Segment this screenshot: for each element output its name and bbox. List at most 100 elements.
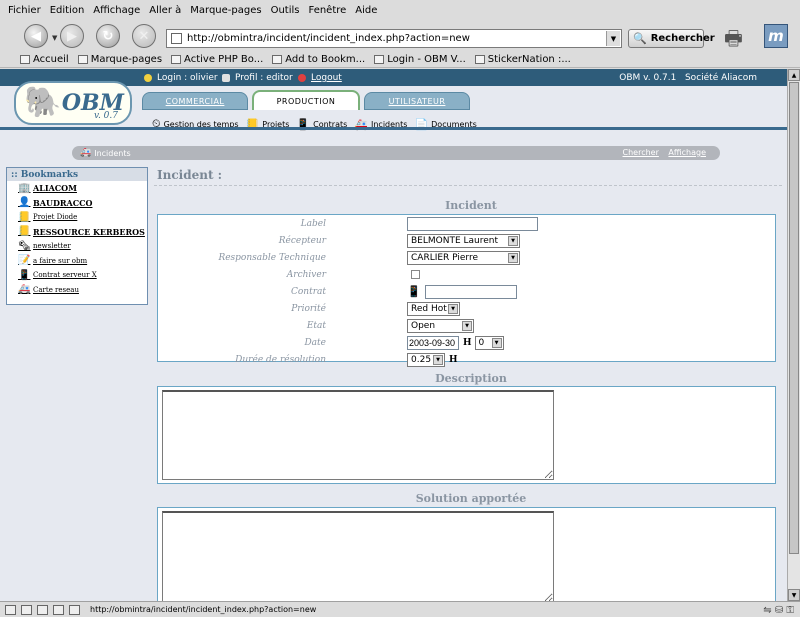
bookmark-item-carte-reseau[interactable]: 🚑 Carte reseau <box>7 283 147 298</box>
navigation-toolbar: ◀ ▼ ▶ ↻ ✕ http://obmintra/incident/incid… <box>0 20 800 52</box>
connection-status-icon: ⇋ ⛁ ⚿ <box>763 605 794 616</box>
printer-icon[interactable]: 🖶 <box>724 24 754 50</box>
navigator-icon[interactable] <box>5 604 16 615</box>
contract-icon: 📱 <box>407 285 421 298</box>
chevron-down-icon: ▼ <box>508 235 518 246</box>
obm-logo[interactable]: 🐘 OBM v. 0.7 <box>14 81 132 125</box>
scroll-down-icon[interactable]: ▼ <box>788 589 800 601</box>
back-arrow-icon: ◀ <box>31 28 41 44</box>
menu-aide[interactable]: Aide <box>355 5 377 16</box>
menu-fenetre[interactable]: Fenêtre <box>308 5 346 16</box>
bookmark-item-ressource-kerberos[interactable]: 📒 RESSOURCE KERBEROS <box>7 225 147 240</box>
tab-commercial[interactable]: COMMERCIAL <box>142 92 248 110</box>
description-box <box>157 386 776 484</box>
tab-utilisateur[interactable]: UTILISATEUR <box>364 92 470 110</box>
recepteur-select[interactable]: BELMONTE Laurent ▼ <box>407 233 520 248</box>
bookmark-marque-pages[interactable]: Marque-pages <box>77 54 162 65</box>
solution-textarea[interactable] <box>162 511 554 601</box>
todo-icon: 📝 <box>18 255 31 267</box>
back-history-dropdown-icon[interactable]: ▼ <box>52 34 57 42</box>
field-row-label: Label <box>158 215 775 232</box>
field-row-archiver: Archiver <box>158 266 775 283</box>
profil-text: Profil : editor <box>235 73 293 83</box>
menu-outils[interactable]: Outils <box>271 5 300 16</box>
priorite-select[interactable]: Red Hot ▼ <box>407 301 460 316</box>
version-info: OBM v. 0.7.1 Société Aliacom <box>619 73 757 83</box>
mail-icon[interactable] <box>21 604 32 615</box>
contact-icon: 👤 <box>18 197 31 209</box>
label-input[interactable] <box>407 216 538 231</box>
bookmark-item-label: Carte reseau <box>33 285 79 294</box>
address-book-icon[interactable] <box>53 604 64 615</box>
url-bar[interactable]: http://obmintra/incident/incident_index.… <box>166 29 622 48</box>
bookmark-label: Accueil <box>33 54 69 65</box>
reload-button[interactable]: ↻ <box>96 24 120 48</box>
breadcrumb: 🚑 Incidents Chercher Affichage <box>72 146 720 160</box>
newsletter-icon: 🗞 <box>18 240 31 252</box>
archiver-checkbox[interactable] <box>411 270 420 279</box>
search-button[interactable]: 🔍 Rechercher <box>628 29 715 48</box>
logout-text[interactable]: Logout <box>311 73 342 83</box>
field-row-date: Date H 0▼ <box>158 334 775 351</box>
field-row-recepteur: Récepteur BELMONTE Laurent ▼ <box>158 232 775 249</box>
duree-select[interactable]: 0.25 ▼ <box>407 352 445 367</box>
bookmark-active-php[interactable]: Active PHP Bo... <box>171 54 263 65</box>
url-dropdown-icon[interactable]: ▼ <box>606 31 620 46</box>
forward-button[interactable]: ▶ <box>60 24 84 48</box>
bookmark-label: Login - OBM V... <box>387 54 466 65</box>
vertical-scrollbar[interactable]: ▲ ▼ <box>787 69 800 601</box>
select-value: Red Hot <box>411 303 447 314</box>
affichage-link[interactable]: Affichage <box>668 148 706 157</box>
bookmark-item-a-faire[interactable]: 📝 a faire sur obm <box>7 254 147 269</box>
chevron-down-icon: ▼ <box>448 303 458 314</box>
composer-icon[interactable] <box>37 604 48 615</box>
bookmark-item-baudracco[interactable]: 👤 BAUDRACCO <box>7 196 147 211</box>
bookmark-item-label: newsletter <box>33 242 71 251</box>
date-input[interactable] <box>407 335 459 350</box>
menu-fichier[interactable]: Fichier <box>8 5 41 16</box>
incident-icon: 🚑 <box>18 284 31 296</box>
version-text: OBM v. 0.7.1 <box>619 73 677 83</box>
bookmark-login-obm[interactable]: Login - OBM V... <box>374 54 466 65</box>
etat-select[interactable]: Open ▼ <box>407 318 474 333</box>
field-row-responsable: Responsable Technique CARLIER Pierre ▼ <box>158 249 775 266</box>
login-info: Login : olivier <box>144 73 218 83</box>
responsable-select[interactable]: CARLIER Pierre ▼ <box>407 250 520 265</box>
menu-aller[interactable]: Aller à <box>149 5 181 16</box>
search-icon: 🔍 <box>633 32 647 45</box>
home-icon <box>20 55 30 64</box>
description-textarea[interactable] <box>162 390 554 480</box>
contrat-input[interactable] <box>424 284 517 299</box>
bookmark-item-contrat-serveur[interactable]: 📱 Contrat serveur X <box>7 268 147 283</box>
menu-marque-pages[interactable]: Marque-pages <box>190 5 261 16</box>
forward-arrow-icon: ▶ <box>67 28 77 44</box>
logout-link[interactable]: Logout <box>298 73 342 83</box>
bookmark-item-projet-diode[interactable]: 📒 Projet Diode <box>7 210 147 225</box>
bookmark-item-label: BAUDRACCO <box>33 197 93 208</box>
reload-icon: ↻ <box>102 28 114 44</box>
bookmark-icon <box>374 55 385 64</box>
menu-affichage[interactable]: Affichage <box>93 5 140 16</box>
logo-version: v. 0.7 <box>93 111 118 121</box>
tab-production[interactable]: PRODUCTION <box>252 90 360 110</box>
bookmark-item-aliacom[interactable]: 🏢 ALIACOM <box>7 181 147 196</box>
login-text: Login : olivier <box>157 73 218 83</box>
bookmark-stickernation[interactable]: StickerNation :... <box>474 54 571 65</box>
menu-edition[interactable]: Edition <box>50 5 85 16</box>
bookmark-accueil[interactable]: Accueil <box>20 54 69 65</box>
url-text[interactable]: http://obmintra/incident/incident_index.… <box>187 33 606 44</box>
bookmark-item-label: a faire sur obm <box>33 256 88 265</box>
bookmark-item-newsletter[interactable]: 🗞 newsletter <box>7 239 147 254</box>
bookmark-add-to-bookm[interactable]: Add to Bookm... <box>272 54 365 65</box>
chercher-link[interactable]: Chercher <box>623 148 659 157</box>
bookmark-item-label: ALIACOM <box>33 183 77 194</box>
scroll-up-icon[interactable]: ▲ <box>788 69 800 81</box>
search-button-label: Rechercher <box>650 33 715 44</box>
page-icon <box>171 33 182 44</box>
stop-button[interactable]: ✕ <box>132 24 156 48</box>
title-divider <box>154 185 782 186</box>
date-hour-select[interactable]: 0 ▼ <box>474 335 504 350</box>
scroll-thumb[interactable] <box>789 82 799 554</box>
irc-icon[interactable] <box>69 604 80 615</box>
back-button[interactable]: ◀ <box>24 24 48 48</box>
